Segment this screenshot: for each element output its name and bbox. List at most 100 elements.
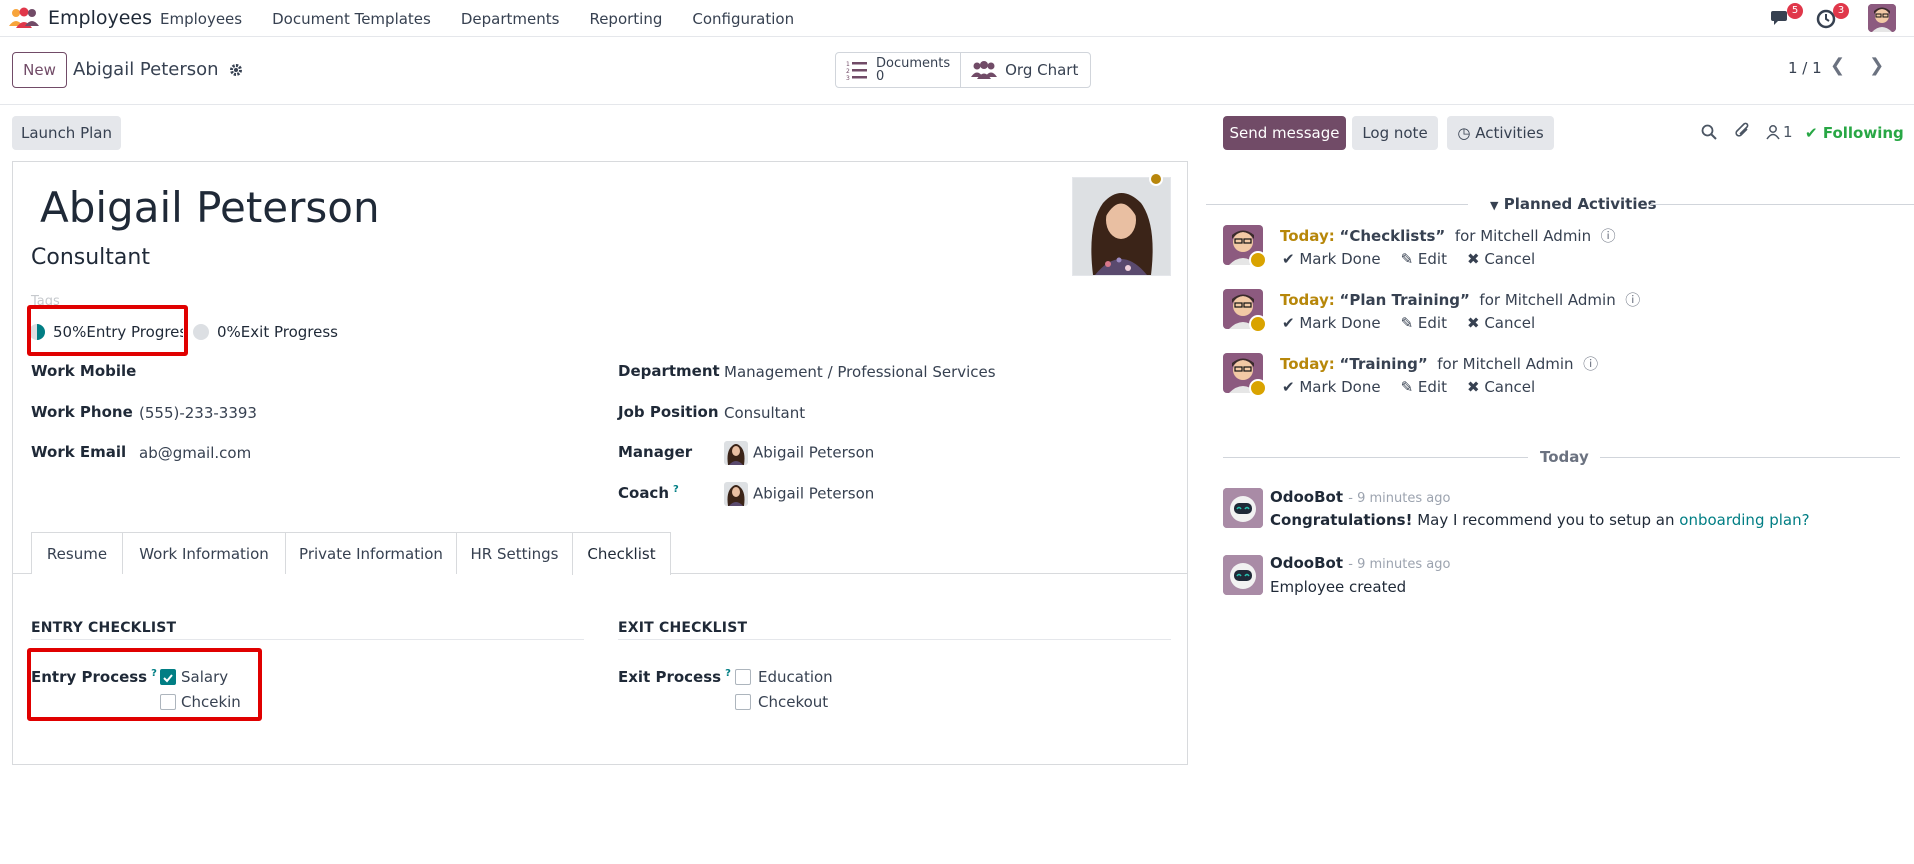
info-icon[interactable]: ⓘ	[1601, 227, 1616, 245]
activity-2-edit[interactable]: ✎ Edit	[1401, 314, 1447, 332]
menu-departments[interactable]: Departments	[461, 10, 560, 28]
job-position-value[interactable]: Consultant	[724, 404, 805, 422]
svg-text:2: 2	[846, 68, 850, 75]
message-1-author: OdooBot - 9 minutes ago	[1270, 488, 1450, 506]
activity-1-edit[interactable]: ✎ Edit	[1401, 250, 1447, 268]
user-avatar-icon	[1868, 4, 1896, 32]
pager-value[interactable]: 1 / 1	[1788, 59, 1822, 77]
message-2-author-name: OdooBot	[1270, 554, 1344, 572]
activity-type-badge	[1249, 379, 1267, 397]
activity-1-mark-done[interactable]: ✔ Mark Done	[1282, 250, 1381, 268]
activity-3-mark-done[interactable]: ✔ Mark Done	[1282, 378, 1381, 396]
presence-status-dot	[1149, 172, 1163, 186]
exit-progress-icon	[193, 324, 209, 340]
coach-name: Abigail Peterson	[753, 484, 875, 503]
new-button[interactable]: New	[12, 52, 67, 88]
odoobot-avatar-icon	[1223, 488, 1263, 528]
activity-3-edit[interactable]: ✎ Edit	[1401, 378, 1447, 396]
following-button[interactable]: ✔ Following	[1805, 124, 1904, 142]
following-label: Following	[1822, 124, 1904, 142]
tab-resume[interactable]: Resume	[31, 532, 123, 574]
message-1-author-name: OdooBot	[1270, 488, 1344, 506]
app-brand[interactable]: Employees	[8, 6, 152, 30]
odoobot-avatar[interactable]	[1223, 555, 1263, 595]
send-message-button[interactable]: Send message	[1223, 116, 1346, 150]
documents-smart-button[interactable]: 1 2 3 Documents 0	[836, 53, 960, 87]
employee-name[interactable]: Abigail Peterson	[40, 183, 380, 232]
chcekout-checkbox[interactable]	[735, 694, 751, 710]
gear-icon[interactable]	[229, 63, 243, 77]
department-value[interactable]: Management / Professional Services	[724, 363, 996, 381]
activity-2-actions: ✔ Mark Done ✎ Edit ✖ Cancel	[1282, 314, 1535, 332]
user-icon	[1766, 125, 1780, 140]
pager-next-icon[interactable]: ❯	[1869, 55, 1884, 76]
exit-process-help-icon[interactable]: ?	[725, 668, 731, 679]
planned-activities-title: Planned Activities	[1503, 195, 1657, 213]
activity-avatar	[1223, 225, 1267, 269]
coach-value[interactable]: Abigail Peterson	[724, 482, 874, 506]
org-chart-smart-button[interactable]: Org Chart	[960, 53, 1090, 87]
activity-1-for: for Mitchell Admin	[1454, 227, 1592, 245]
today-divider-right	[1600, 457, 1900, 458]
info-icon[interactable]: ⓘ	[1625, 291, 1640, 309]
tab-checklist[interactable]: Checklist	[572, 532, 671, 575]
smart-buttons: 1 2 3 Documents 0 Org Chart	[835, 52, 1092, 88]
work-email-label: Work Email	[31, 443, 127, 461]
activity-1-cancel[interactable]: ✖ Cancel	[1467, 250, 1535, 268]
documents-count: 0	[876, 69, 885, 84]
activity-2-mark-done[interactable]: ✔ Mark Done	[1282, 314, 1381, 332]
tab-work-information[interactable]: Work Information	[122, 532, 286, 574]
coach-help-icon[interactable]: ?	[673, 484, 679, 495]
clock-small-icon: ◷	[1457, 124, 1471, 142]
menu-employees[interactable]: Employees	[160, 10, 242, 28]
org-chart-label: Org Chart	[1005, 61, 1079, 79]
education-checkbox[interactable]	[735, 669, 751, 685]
employee-photo[interactable]	[1072, 177, 1171, 276]
followers-button[interactable]: 1	[1766, 123, 1793, 141]
activity-avatar	[1223, 353, 1267, 397]
work-phone-value[interactable]: (555)-233-3393	[139, 404, 257, 422]
activities-button-chatter[interactable]: ◷ Activities	[1447, 116, 1554, 150]
messages-button[interactable]: 5	[1770, 3, 1803, 30]
menu-document-templates[interactable]: Document Templates	[272, 10, 431, 28]
caret-down-icon: ▼	[1490, 199, 1499, 212]
edit-label: Edit	[1417, 378, 1447, 396]
message-1-time: - 9 minutes ago	[1348, 491, 1451, 506]
activity-3-cancel[interactable]: ✖ Cancel	[1467, 378, 1535, 396]
work-phone-label: Work Phone	[31, 403, 133, 421]
paperclip-icon[interactable]	[1735, 122, 1751, 140]
manager-value[interactable]: Abigail Peterson	[724, 441, 874, 465]
main-menu: Employees Document Templates Departments…	[160, 10, 824, 28]
tab-private-information[interactable]: Private Information	[285, 532, 457, 574]
user-avatar[interactable]	[1868, 4, 1896, 32]
exit-progress-label: 0%Exit Progress	[217, 323, 338, 341]
exit-process-label-text: Exit Process	[618, 668, 722, 686]
activity-3-actions: ✔ Mark Done ✎ Edit ✖ Cancel	[1282, 378, 1535, 396]
info-icon[interactable]: ⓘ	[1583, 355, 1598, 373]
chcekout-label[interactable]: Chcekout	[758, 693, 828, 711]
planned-activities-toggle[interactable]: ▼ Planned Activities	[1490, 195, 1657, 213]
pager-previous-icon[interactable]: ❮	[1830, 55, 1845, 76]
mark-done-label: Mark Done	[1299, 378, 1381, 396]
activities-button[interactable]: 3	[1816, 3, 1849, 30]
manager-label: Manager	[618, 443, 693, 461]
odoobot-avatar[interactable]	[1223, 488, 1263, 528]
mark-done-label: Mark Done	[1299, 250, 1381, 268]
top-navbar: Employees Employees Document Templates D…	[0, 0, 1914, 37]
followers-count: 1	[1783, 123, 1793, 141]
menu-configuration[interactable]: Configuration	[692, 10, 794, 28]
education-label[interactable]: Education	[758, 668, 833, 686]
tab-hr-settings[interactable]: HR Settings	[456, 532, 573, 574]
search-icon[interactable]	[1701, 124, 1717, 140]
menu-reporting[interactable]: Reporting	[589, 10, 662, 28]
entry-checklist-divider	[31, 639, 584, 640]
log-note-button[interactable]: Log note	[1352, 116, 1438, 150]
activity-2-name: “Plan Training”	[1339, 291, 1470, 309]
launch-plan-button[interactable]: Launch Plan	[12, 116, 121, 150]
activity-2-cancel[interactable]: ✖ Cancel	[1467, 314, 1535, 332]
check-icon-following: ✔	[1805, 124, 1818, 142]
app-name: Employees	[48, 7, 152, 29]
employee-job-title[interactable]: Consultant	[31, 245, 150, 270]
work-email-value[interactable]: ab@gmail.com	[139, 444, 251, 462]
onboarding-plan-link[interactable]: onboarding plan?	[1679, 511, 1809, 529]
